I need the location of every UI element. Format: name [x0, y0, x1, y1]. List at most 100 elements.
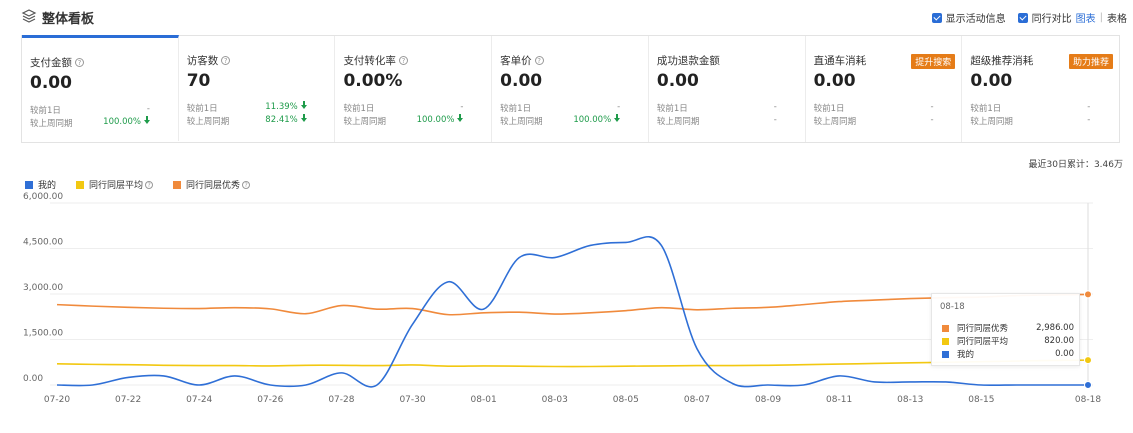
week-compare-row: 较上周同期 100.00%	[500, 114, 621, 127]
week-compare-label: 较上周同期	[813, 117, 857, 127]
metric-card-refund[interactable]: 成功退款金额 0.00 较前1日 - 较上周同期 -	[649, 36, 806, 142]
y-tick-label: 3,000.00	[23, 283, 63, 293]
day-compare-row: 较前1日 -	[343, 102, 463, 114]
checkbox-checked-icon[interactable]	[1017, 12, 1028, 23]
metric-value: 0.00	[656, 71, 699, 91]
cumulative-total: 最近30日累计：3.46万	[1028, 160, 1124, 170]
x-tick-label: 08-07	[684, 395, 710, 405]
show-activity-toggle[interactable]: 显示活动信息	[931, 10, 1006, 25]
week-compare-value-text: 82.41%	[265, 115, 298, 125]
day-compare-value: -	[617, 102, 621, 112]
week-compare-label: 较上周同期	[970, 117, 1013, 127]
metric-name-text: 支付金额	[30, 57, 72, 69]
peer-compare-toggle[interactable]: 同行对比	[1017, 10, 1072, 25]
day-compare-value-text: 11.39%	[265, 102, 298, 112]
help-icon[interactable]: ?	[534, 56, 544, 65]
week-compare-value-text: 100.00%	[416, 115, 455, 125]
metric-value: 0.00%	[343, 71, 403, 91]
help-icon[interactable]: ?	[75, 58, 84, 67]
x-tick-label: 08-13	[897, 395, 923, 405]
day-compare-label: 较前1日	[656, 104, 688, 114]
help-icon[interactable]: ?	[398, 56, 408, 65]
header-options: 显示活动信息 同行对比 图表 | 表格	[920, 10, 1127, 25]
down-arrow-icon	[300, 114, 307, 122]
tooltip-swatch-mine	[942, 350, 949, 358]
metric-card-visitors[interactable]: 访客数? 70 较前1日 11.39% 较上周同期 82.41%	[179, 36, 336, 142]
series-point-excellent	[1084, 290, 1092, 299]
help-icon[interactable]: ?	[242, 180, 251, 189]
x-tick-label: 07-30	[399, 395, 425, 405]
day-compare-value: -	[773, 102, 777, 112]
down-arrow-icon	[457, 114, 464, 122]
view-table-link[interactable]: 表格	[1107, 10, 1127, 25]
metric-card-super-recommend[interactable]: 超级推荐消耗 助力推荐 0.00 较前1日 - 较上周同期 -	[962, 36, 1119, 142]
metric-card-conversion[interactable]: 支付转化率? 0.00% 较前1日 - 较上周同期 100.00%	[335, 36, 493, 142]
tooltip-value-mine: 0.00	[1055, 349, 1074, 359]
tooltip-swatch-average	[942, 337, 949, 345]
metric-name: 支付金额?	[30, 55, 84, 70]
header: 整体看板 显示活动信息 同行对比 图表 | 表格	[0, 0, 1133, 34]
page-title: 整体看板	[42, 12, 95, 27]
y-tick-label: 6,000.00	[23, 192, 63, 202]
day-compare-value: -	[460, 102, 464, 112]
metric-name: 访客数?	[187, 53, 231, 68]
week-compare-row: 较上周同期 100.00%	[30, 116, 150, 129]
tooltip-value-average: 820.00	[1044, 336, 1074, 346]
day-compare-label: 较前1日	[500, 104, 532, 114]
day-compare-row: 较前1日 -	[657, 102, 777, 114]
week-compare-row: 较上周同期 -	[657, 115, 777, 127]
metric-name-text: 访客数	[186, 55, 219, 67]
day-compare-value: -	[930, 102, 934, 112]
metric-name-text: 客单价	[500, 55, 532, 67]
week-compare-label: 较上周同期	[30, 119, 73, 129]
series-point-average	[1084, 356, 1092, 365]
metric-card-payment[interactable]: 支付金额? 0.00 较前1日 - 较上周同期 100.00%	[22, 35, 179, 141]
metric-card-unit-price[interactable]: 客单价? 0.00 较前1日 - 较上周同期 100.00%	[492, 36, 649, 142]
metric-card-through-train[interactable]: 直通车消耗 提升搜索 0.00 较前1日 - 较上周同期 -	[806, 36, 963, 142]
legend-swatch-mine	[25, 180, 33, 189]
x-tick-label: 07-28	[328, 395, 354, 405]
day-compare-row: 较前1日 -	[500, 102, 620, 114]
day-compare-row: 较前1日 -	[814, 102, 934, 114]
week-compare-value: -	[930, 115, 934, 125]
day-compare-value: -	[1087, 102, 1091, 112]
checkbox-checked-icon[interactable]	[931, 12, 942, 23]
view-separator: |	[1099, 12, 1103, 23]
x-tick-label: 07-20	[44, 395, 70, 405]
metric-name: 直通车消耗	[813, 55, 867, 67]
view-chart-link[interactable]: 图表	[1076, 10, 1096, 25]
tooltip-row-average: 同行同层平均 820.00	[942, 335, 1074, 347]
tooltip-row-mine: 我的 0.00	[942, 348, 1074, 360]
down-arrow-icon	[144, 116, 150, 124]
week-compare-label: 较上周同期	[343, 117, 386, 127]
week-compare-label: 较上周同期	[500, 117, 543, 127]
metric-value: 0.00	[30, 73, 72, 93]
metric-name: 客单价?	[500, 53, 544, 68]
boost-recommend-button[interactable]: 助力推荐	[1069, 54, 1114, 69]
help-icon[interactable]: ?	[221, 56, 231, 65]
week-compare-row: 较上周同期 100.00%	[343, 114, 464, 127]
day-compare-value: 11.39%	[265, 101, 307, 112]
week-compare-row: 较上周同期 82.41%	[187, 114, 307, 127]
week-compare-row: 较上周同期 -	[814, 115, 934, 127]
help-icon[interactable]: ?	[145, 180, 154, 189]
metric-value: 0.00	[500, 71, 543, 91]
day-compare-value: -	[146, 104, 150, 114]
day-compare-label: 较前1日	[813, 104, 845, 114]
day-compare-label: 较前1日	[30, 106, 61, 116]
tooltip-label-average: 同行同层平均	[957, 337, 1009, 347]
boost-search-button[interactable]: 提升搜索	[911, 54, 956, 69]
metric-value: 70	[186, 71, 211, 91]
week-compare-value-text: 100.00%	[573, 115, 612, 125]
week-compare-value: -	[773, 115, 777, 125]
day-compare-label: 较前1日	[970, 104, 1002, 114]
x-tick-label: 07-24	[186, 395, 212, 405]
x-tick-label: 08-11	[826, 395, 852, 405]
x-tick-label: 08-15	[968, 395, 994, 405]
week-compare-value: 100.00%	[573, 114, 621, 125]
layers-icon	[21, 9, 37, 23]
x-tick-label: 08-18	[1075, 395, 1101, 405]
show-activity-label: 显示活动信息	[945, 14, 1006, 25]
legend-swatch-average	[76, 180, 85, 189]
y-tick-label: 0.00	[23, 374, 43, 384]
